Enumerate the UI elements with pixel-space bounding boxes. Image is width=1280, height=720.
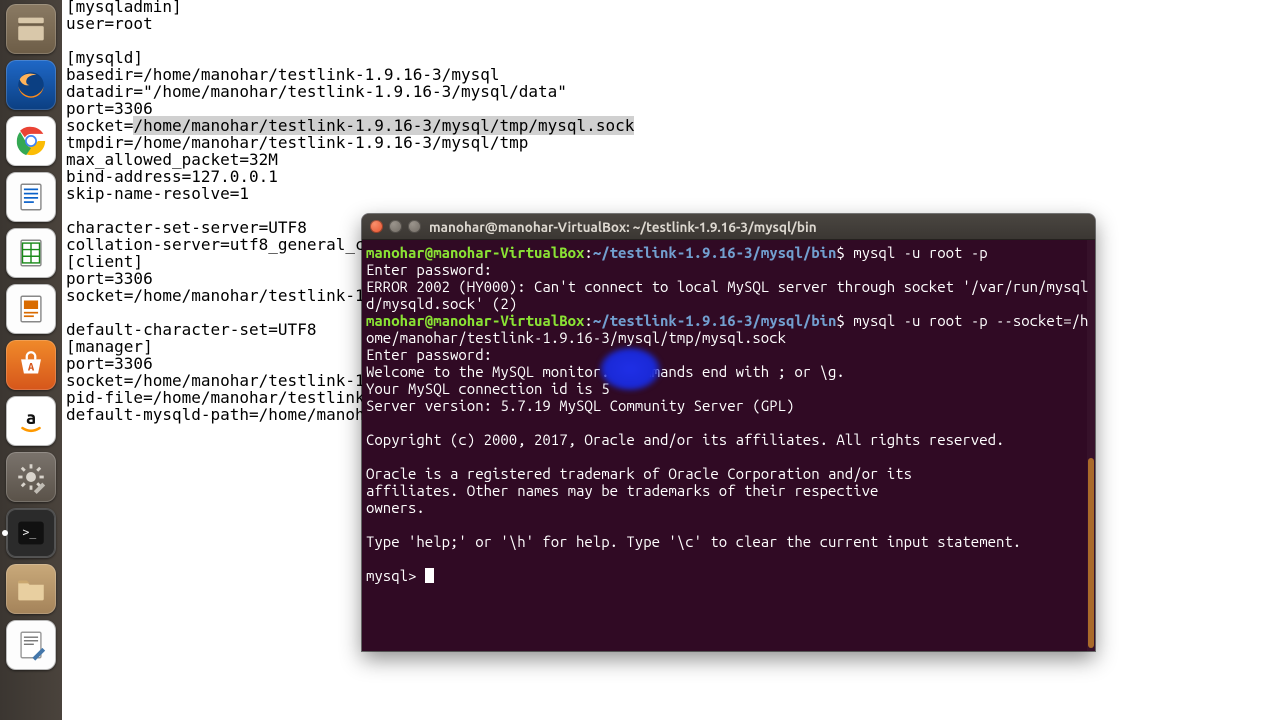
terminal-scrollbar[interactable] (1087, 240, 1095, 651)
window-close-icon[interactable] (370, 220, 383, 233)
launcher-folder-icon[interactable] (6, 564, 56, 614)
launcher-amazon-icon[interactable]: a (6, 396, 56, 446)
terminal-window[interactable]: manohar@manohar-VirtualBox: ~/testlink-1… (362, 214, 1095, 651)
terminal-titlebar[interactable]: manohar@manohar-VirtualBox: ~/testlink-1… (362, 214, 1095, 240)
terminal-cmd-1: mysql -u root -p (853, 244, 987, 261)
launcher-files-icon[interactable] (6, 4, 56, 54)
svg-text:a: a (26, 408, 36, 428)
window-minimize-icon[interactable] (389, 220, 402, 233)
window-maximize-icon[interactable] (408, 220, 421, 233)
terminal-scrollbar-thumb[interactable] (1088, 458, 1094, 648)
launcher-chrome-icon[interactable] (6, 116, 56, 166)
launcher-impress-icon[interactable] (6, 284, 56, 334)
terminal-cursor-icon (425, 568, 434, 583)
terminal-title: manohar@manohar-VirtualBox: ~/testlink-1… (429, 219, 817, 235)
launcher-text-editor-icon[interactable] (6, 620, 56, 670)
svg-text:A: A (28, 361, 35, 374)
unity-launcher: A a >_ (0, 0, 62, 720)
terminal-out-2: Enter password: Welcome to the MySQL mon… (366, 346, 1021, 550)
launcher-firefox-icon[interactable] (6, 60, 56, 110)
launcher-writer-icon[interactable] (6, 172, 56, 222)
launcher-settings-icon[interactable] (6, 452, 56, 502)
terminal-out-1: Enter password: ERROR 2002 (HY000): Can'… (366, 261, 1088, 312)
launcher-terminal-icon[interactable]: >_ (6, 508, 56, 558)
launcher-software-icon[interactable]: A (6, 340, 56, 390)
terminal-body[interactable]: manohar@manohar-VirtualBox:~/testlink-1.… (362, 240, 1095, 588)
svg-text:>_: >_ (23, 525, 37, 539)
launcher-calc-icon[interactable] (6, 228, 56, 278)
mysql-prompt: mysql> (366, 567, 425, 584)
